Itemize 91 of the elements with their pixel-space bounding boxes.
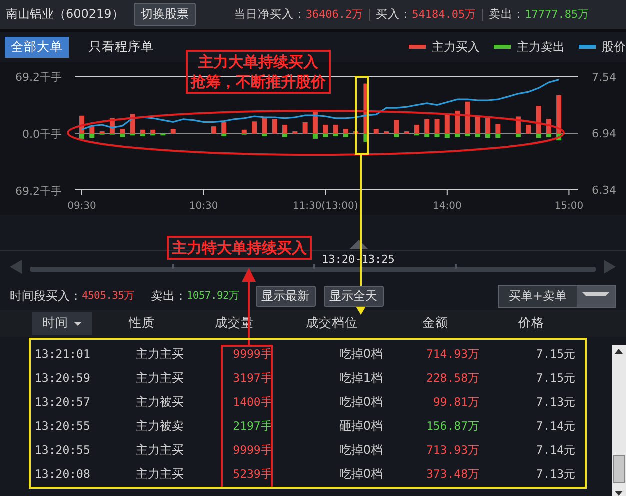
- bar: [384, 132, 389, 134]
- time-label: 10:30: [189, 201, 218, 212]
- stat-value: 17777.85万: [525, 7, 590, 22]
- price-cell-text: 7.15元: [535, 370, 576, 386]
- nature-cell-text: 主力被卖: [135, 418, 185, 434]
- stat-label: 买入：: [376, 7, 412, 22]
- stat-label: 当日净买入：: [234, 7, 306, 22]
- level-cell-text: 吃掉0档: [338, 346, 383, 362]
- switch-stock-button[interactable]: 切换股票: [134, 3, 196, 26]
- column-header[interactable]: 金额: [387, 312, 484, 335]
- legend-swatch: [494, 45, 511, 49]
- time-cell-text: 13:20:57: [35, 395, 92, 409]
- price-cell-text: 7.15元: [535, 346, 576, 362]
- volume-cell-text: 9999手: [232, 346, 274, 362]
- column-header[interactable]: 成交档位: [277, 312, 387, 335]
- y-axis-label: 69.2千手: [16, 185, 62, 198]
- time-cell-text: 13:20:08: [35, 467, 92, 481]
- volume-cell-text: 9999手: [232, 442, 274, 458]
- price-cell-text: 7.13元: [535, 394, 576, 410]
- level-cell-text: 吃掉1档: [338, 370, 383, 386]
- period-value: 4505.35万: [82, 289, 135, 303]
- y-axis-label: 0.0千手: [22, 128, 62, 141]
- volume-cell-text: 5239手: [232, 466, 274, 482]
- callout: 主力特大单持续买入: [167, 236, 312, 260]
- stock-name: 南山铝业（600219）: [6, 6, 124, 23]
- time-cell-text: 13:20:59: [35, 371, 92, 385]
- bar: [252, 122, 258, 134]
- stat-value: 36406.2万: [306, 7, 364, 22]
- nature-cell-text: 主力主买: [135, 346, 185, 362]
- volume-cell-text: 3197手: [232, 370, 274, 386]
- scrollbar[interactable]: [612, 345, 626, 496]
- price-axis-label: 6.94: [592, 128, 616, 140]
- period-label: 时间段买入：: [10, 288, 82, 304]
- sort-caret-icon: [74, 322, 82, 326]
- legend-swatch: [409, 45, 426, 49]
- time-label: 15:00: [554, 201, 584, 212]
- bar: [404, 132, 410, 134]
- nature-cell-text: 主力主买: [135, 466, 185, 482]
- price-cell-text: 7.13元: [535, 466, 576, 482]
- volume-cell-text: 2197手: [232, 418, 274, 434]
- time-cell-text: 13:20:55: [35, 419, 92, 433]
- bar: [354, 132, 359, 134]
- stat-label: 卖出：: [489, 7, 526, 22]
- price-cell-text: 7.14元: [535, 442, 576, 458]
- order-filter-dropdown[interactable]: 买单+卖单: [498, 284, 616, 308]
- level-cell-text: 吃掉0档: [338, 442, 383, 458]
- time-label: 11:30(13:00): [292, 201, 358, 212]
- bar: [211, 126, 216, 134]
- bar: [302, 122, 308, 134]
- slider-marker-icon: [350, 240, 368, 249]
- period-value: 1057.92万: [186, 289, 240, 303]
- amount-cell-text: 713.93万: [425, 442, 480, 458]
- nature-cell-text: 主力主买: [135, 442, 185, 458]
- price-cell-text: 7.14元: [535, 418, 576, 434]
- time-cell-text: 13:20:55: [35, 443, 92, 457]
- legend-swatch: [579, 45, 596, 49]
- bar: [292, 132, 298, 134]
- callout: 主力大单持续买入 抢筹，不断推升股价: [186, 50, 331, 94]
- nature-cell-text: 主力被买: [135, 394, 185, 410]
- volume-cell-text: 1400手: [232, 394, 274, 410]
- column-header[interactable]: 价格: [484, 312, 579, 335]
- tab[interactable]: 全部大单: [5, 36, 69, 58]
- legend-label: 主力买入: [432, 38, 480, 56]
- time-label: 14:00: [432, 201, 462, 212]
- level-cell-text: 砸掉0档: [338, 418, 383, 434]
- legend-label: 主力卖出: [517, 38, 565, 56]
- price-axis-label: 6.34: [592, 184, 616, 197]
- time-label: 09:30: [68, 201, 96, 212]
- amount-cell-text: 156.87万: [425, 418, 480, 434]
- tab[interactable]: 只看程序单: [83, 36, 160, 58]
- show-button[interactable]: 显示最新: [256, 286, 316, 306]
- time-cell-text: 13:21:01: [35, 347, 92, 361]
- amount-cell-text: 373.48万: [425, 466, 480, 482]
- amount-cell-text: 99.81万: [432, 394, 480, 410]
- amount-cell-text: 714.93万: [425, 346, 480, 362]
- period-label: 卖出：: [150, 288, 187, 304]
- bar: [272, 119, 278, 134]
- price-axis-label: 7.54: [592, 71, 616, 84]
- level-cell-text: 吃掉0档: [338, 466, 383, 482]
- amount-cell-text: 228.58万: [425, 370, 480, 386]
- bar: [526, 124, 532, 134]
- column-header[interactable]: 时间: [32, 312, 92, 335]
- stat-value: 54184.05万: [412, 7, 476, 22]
- bar: [170, 129, 176, 134]
- show-button[interactable]: 显示全天: [324, 286, 384, 306]
- y-axis-label: 69.2千手: [16, 71, 62, 84]
- legend-label: 股价: [602, 38, 626, 56]
- column-header[interactable]: 性质: [92, 312, 192, 335]
- bar: [374, 129, 379, 134]
- nature-cell-text: 主力主买: [135, 370, 185, 386]
- level-cell-text: 吃掉0档: [338, 394, 383, 410]
